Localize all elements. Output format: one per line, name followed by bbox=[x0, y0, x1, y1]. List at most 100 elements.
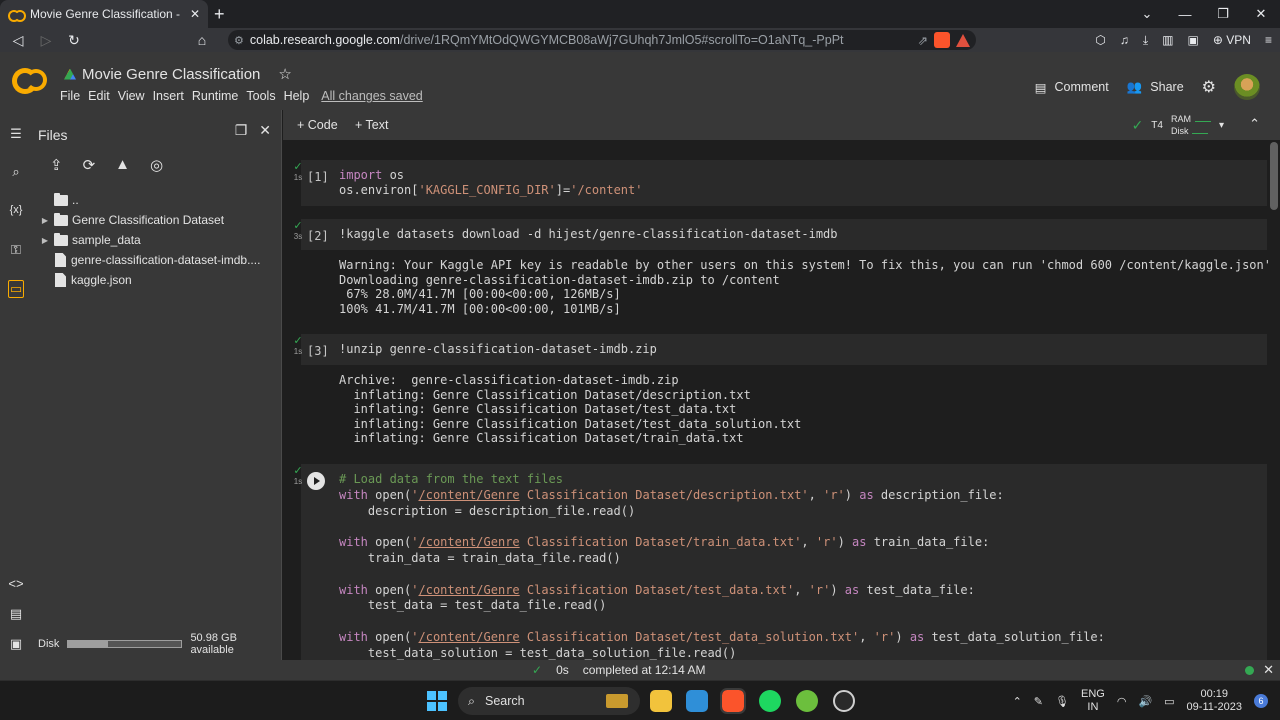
clock-date: 09-11-2023 bbox=[1186, 701, 1242, 713]
menu-tools[interactable]: Tools bbox=[246, 89, 283, 103]
code-snippets-icon[interactable]: <> bbox=[8, 576, 24, 591]
settings-gear-icon[interactable]: ⚙ bbox=[1202, 77, 1216, 97]
wifi-icon[interactable]: ◠ bbox=[1117, 695, 1127, 708]
file-tree-item-sample-data[interactable]: ▶ sample_data bbox=[40, 230, 280, 250]
expand-caret-icon[interactable]: ▶ bbox=[40, 236, 50, 245]
taskbar-search[interactable]: ⌕ Search bbox=[458, 687, 640, 715]
runtime-dropdown-icon[interactable]: ▾ bbox=[1219, 120, 1224, 131]
collapse-header-icon[interactable]: ⌃ bbox=[1249, 116, 1260, 132]
desktop-app-icon[interactable] bbox=[686, 690, 708, 712]
site-settings-icon[interactable]: ⚙ bbox=[234, 34, 244, 47]
save-status[interactable]: All changes saved bbox=[321, 89, 430, 103]
reload-icon[interactable]: ↻ bbox=[60, 32, 88, 49]
scrollbar-thumb[interactable] bbox=[1270, 142, 1278, 210]
maximize-icon[interactable]: ❐ bbox=[1204, 6, 1242, 22]
upload-file-icon[interactable]: ⇪ bbox=[50, 156, 63, 174]
close-panel-icon[interactable]: ✕ bbox=[259, 122, 271, 139]
notebook-area[interactable]: ✓ 1s [1] import os os.environ['KAGGLE_CON… bbox=[283, 140, 1280, 660]
tray-chevron-icon[interactable]: ⌃ bbox=[1013, 695, 1022, 708]
browser-tab[interactable]: Movie Genre Classification - Cola ✕ bbox=[0, 0, 208, 28]
bookmark-icon[interactable]: ⌂ bbox=[188, 32, 216, 48]
menu-edit[interactable]: Edit bbox=[88, 89, 118, 103]
share-button[interactable]: 👥 Share bbox=[1127, 80, 1184, 95]
download-icon[interactable]: ⤓ bbox=[1143, 33, 1148, 48]
utorrent-icon[interactable] bbox=[796, 690, 818, 712]
runtime-status[interactable]: ✓ T4 RAM Disk ▾ bbox=[1132, 114, 1224, 136]
refresh-folder-icon[interactable]: ⟳ bbox=[83, 156, 96, 174]
extensions-icon[interactable]: ⬡ bbox=[1095, 33, 1105, 47]
file-tree-item-parent[interactable]: .. bbox=[40, 190, 280, 210]
new-tab-icon[interactable]: + bbox=[214, 4, 225, 24]
brave-shields-icon[interactable] bbox=[934, 32, 950, 48]
mount-drive-icon[interactable]: ▲ bbox=[115, 156, 130, 174]
cell-prompt[interactable]: [1] bbox=[307, 170, 329, 184]
address-bar[interactable]: ⚙ colab.research.google.com/drive/1RQmYM… bbox=[228, 30, 976, 50]
notebook-scrollbar[interactable] bbox=[1270, 140, 1278, 660]
cell-code-editor[interactable]: !kaggle datasets download -d hijest/genr… bbox=[301, 219, 1267, 250]
variables-icon[interactable]: {x} bbox=[8, 204, 24, 216]
cell-prompt[interactable]: [2] bbox=[307, 229, 329, 243]
input-language[interactable]: ENG IN bbox=[1081, 688, 1105, 714]
brave-browser-icon[interactable] bbox=[720, 688, 746, 714]
notebook-title[interactable]: Movie Genre Classification bbox=[82, 66, 260, 83]
file-explorer-icon[interactable] bbox=[650, 690, 672, 712]
share-page-icon[interactable]: ⇗ bbox=[918, 33, 928, 48]
media-icon[interactable]: ♫ bbox=[1120, 33, 1129, 47]
clock[interactable]: 00:19 09-11-2023 bbox=[1187, 688, 1242, 714]
menu-file[interactable]: File bbox=[60, 89, 88, 103]
file-tree-item-imdb-zip[interactable]: genre-classification-dataset-imdb.... bbox=[40, 250, 280, 270]
battery-icon[interactable]: ▭ bbox=[1164, 695, 1174, 708]
cell-code-editor[interactable]: !unzip genre-classification-dataset-imdb… bbox=[301, 334, 1267, 365]
forward-icon[interactable]: ▷ bbox=[32, 32, 60, 49]
vpn-button[interactable]: ⊕ VPN bbox=[1213, 33, 1251, 47]
add-text-button[interactable]: + Text bbox=[355, 118, 388, 132]
disk-available: 50.98 GB available bbox=[190, 632, 237, 656]
code-cell[interactable]: ✓ 1s # Load data from the text files with… bbox=[293, 464, 1267, 660]
spotify-icon[interactable] bbox=[759, 690, 781, 712]
expand-caret-icon[interactable]: ▶ bbox=[40, 216, 50, 225]
table-of-contents-icon[interactable]: ☰ bbox=[8, 126, 24, 142]
back-icon[interactable]: ◁ bbox=[4, 32, 32, 49]
cell-code-editor[interactable]: # Load data from the text files with ope… bbox=[301, 464, 1267, 660]
cell-code-editor[interactable]: import os os.environ['KAGGLE_CONFIG_DIR'… bbox=[301, 160, 1267, 206]
files-folder-icon[interactable]: ▭ bbox=[8, 280, 24, 298]
code-cell[interactable]: ✓ 1s [1] import os os.environ['KAGGLE_CON… bbox=[293, 160, 1267, 206]
brave-rewards-icon[interactable] bbox=[956, 33, 970, 47]
file-tree-item-kaggle-json[interactable]: kaggle.json bbox=[40, 270, 280, 290]
execution-status[interactable]: ✓ 0s completed at 12:14 AM bbox=[532, 663, 706, 677]
avatar[interactable] bbox=[1234, 74, 1260, 100]
run-cell-button[interactable] bbox=[307, 472, 325, 490]
cell-prompt[interactable]: [3] bbox=[307, 344, 329, 358]
tab-search-chevron-icon[interactable]: ⌄ bbox=[1128, 6, 1166, 22]
secrets-key-icon[interactable]: ⚿ bbox=[8, 242, 24, 258]
browser-menu-icon[interactable]: ≡ bbox=[1265, 33, 1272, 47]
file-tree-item-genre-classification-dataset[interactable]: ▶ Genre Classification Dataset bbox=[40, 210, 280, 230]
windows-start-icon[interactable] bbox=[427, 691, 447, 711]
microphone-icon[interactable]: 🎙 bbox=[1055, 695, 1069, 708]
menu-view[interactable]: View bbox=[118, 89, 153, 103]
command-palette-icon[interactable]: ▤ bbox=[8, 606, 24, 622]
notification-badge[interactable]: 6 bbox=[1254, 694, 1268, 708]
menu-insert[interactable]: Insert bbox=[153, 89, 192, 103]
star-icon[interactable]: ☆ bbox=[278, 65, 291, 83]
terminal-icon[interactable]: ▣ bbox=[8, 636, 24, 652]
wallet-icon[interactable]: ▣ bbox=[1188, 33, 1199, 47]
code-cell[interactable]: ✓ 1s [3] !unzip genre-classification-data… bbox=[293, 334, 1267, 446]
comment-button[interactable]: ▤ Comment bbox=[1035, 80, 1109, 95]
close-tab-icon[interactable]: ✕ bbox=[190, 7, 200, 21]
close-window-icon[interactable]: ✕ bbox=[1242, 6, 1280, 22]
volume-icon[interactable]: 🔊 bbox=[1138, 695, 1152, 708]
menu-help[interactable]: Help bbox=[284, 89, 318, 103]
search-icon[interactable]: ⌕ bbox=[8, 164, 24, 180]
menu-runtime[interactable]: Runtime bbox=[192, 89, 247, 103]
colab-logo-icon[interactable] bbox=[12, 68, 48, 94]
pen-icon[interactable]: ✎ bbox=[1034, 695, 1043, 708]
close-status-icon[interactable]: ✕ bbox=[1263, 662, 1274, 678]
minimize-icon[interactable]: — bbox=[1166, 7, 1204, 22]
open-in-tab-icon[interactable]: ❐ bbox=[235, 122, 248, 139]
chrome-app-icon[interactable] bbox=[833, 690, 855, 712]
sidebar-icon[interactable]: ▥ bbox=[1162, 33, 1173, 47]
add-code-button[interactable]: + Code bbox=[297, 118, 338, 132]
hide-hidden-files-icon[interactable]: ◎ bbox=[150, 156, 163, 174]
code-cell[interactable]: ✓ 3s [2] !kaggle datasets download -d hij… bbox=[293, 219, 1271, 316]
